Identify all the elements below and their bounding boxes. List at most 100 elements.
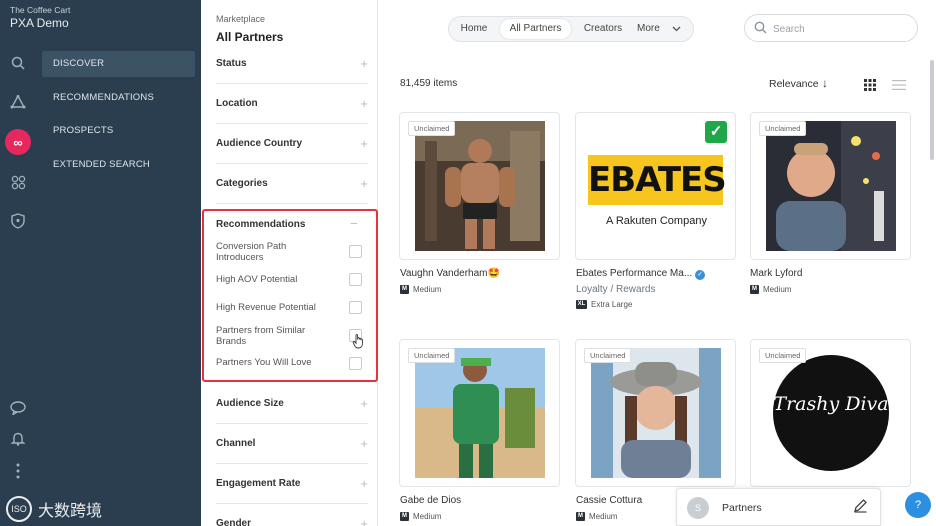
molecule-icon[interactable] <box>8 172 28 192</box>
search-icon <box>754 21 767 34</box>
size-badge: M <box>576 512 585 521</box>
filter-channel[interactable]: Channel + <box>216 424 368 464</box>
rakuten-tagline: A Rakuten Company <box>606 215 707 227</box>
filter-audience-size[interactable]: Audience Size + <box>216 384 368 424</box>
size-badge: M <box>400 285 409 294</box>
unclaimed-badge: Unclaimed <box>759 121 807 136</box>
help-button[interactable]: ? <box>905 492 931 518</box>
filter-location[interactable]: Location + <box>216 84 368 124</box>
rec-option-checkbox[interactable] <box>349 301 362 314</box>
partner-size: M Medium <box>400 512 441 521</box>
rec-option-checkbox[interactable] <box>349 357 362 370</box>
filter-label: Audience Country <box>216 138 303 149</box>
partner-card[interactable]: Unclaimed <box>399 112 560 260</box>
filter-label: Engagement Rate <box>216 478 301 489</box>
filter-status[interactable]: Status + <box>216 44 368 84</box>
network-icon[interactable] <box>8 92 28 112</box>
plus-icon[interactable]: + <box>360 436 368 451</box>
more-dots-icon[interactable] <box>8 461 28 481</box>
unclaimed-badge: Unclaimed <box>408 348 456 363</box>
avatar: S <box>687 497 709 519</box>
nav-item-prospects[interactable]: PROSPECTS <box>42 118 195 144</box>
partner-card[interactable]: EBATES A Rakuten Company ✓ <box>575 112 736 260</box>
size-badge: XL <box>576 300 587 309</box>
search-box[interactable] <box>744 14 918 42</box>
plus-icon[interactable]: + <box>360 56 368 71</box>
chevron-down-icon[interactable] <box>672 26 681 32</box>
tab-creators[interactable]: Creators <box>578 19 628 39</box>
watermark: ISO 大数跨境 <box>6 496 102 522</box>
partner-name[interactable]: Cassie Cottura <box>576 495 642 506</box>
search-icon[interactable] <box>8 53 28 73</box>
scrollbar[interactable] <box>930 60 934 160</box>
list-view-icon[interactable] <box>892 79 906 91</box>
hand-cursor-icon <box>352 334 363 349</box>
result-count: 81,459 items <box>400 78 458 89</box>
partner-card[interactable]: Unclaimed <box>399 339 560 487</box>
bell-icon[interactable] <box>8 428 28 448</box>
filter-label: Channel <box>216 438 256 449</box>
size-label: Medium <box>413 285 442 294</box>
partner-name-text: Ebates Performance Ma... <box>576 268 693 279</box>
filter-audience-country[interactable]: Audience Country + <box>216 124 368 164</box>
nav-item-discover[interactable]: DISCOVER <box>42 51 195 77</box>
infinity-icon[interactable]: ∞ <box>5 129 31 155</box>
shield-icon[interactable] <box>8 211 28 231</box>
partner-name[interactable]: Ebates Performance Ma... ✓ <box>576 268 706 280</box>
partner-logo: Trashy Diva <box>766 348 896 478</box>
chat-icon[interactable] <box>8 398 28 418</box>
org-name: The Coffee Cart <box>10 5 71 15</box>
ebates-wordmark: EBATES <box>588 160 727 200</box>
partner-name[interactable]: Gabe de Dios <box>400 495 461 506</box>
workspace-name: PXA Demo <box>10 16 69 30</box>
page-title: All Partners <box>216 30 284 44</box>
filter-label: Location <box>216 98 258 109</box>
plus-icon[interactable]: + <box>360 96 368 111</box>
partners-list-bar[interactable]: S Partners <box>676 488 881 526</box>
sort-dropdown[interactable]: Relevance <box>769 78 819 90</box>
nav-item-recommendations[interactable]: RECOMMENDATIONS <box>42 85 195 111</box>
claimed-check-icon: ✓ <box>705 121 727 143</box>
partner-name[interactable]: Mark Lyford <box>750 268 802 279</box>
search-input[interactable] <box>773 21 903 37</box>
filter-engagement-rate[interactable]: Engagement Rate + <box>216 464 368 504</box>
sort-down-arrow-icon[interactable]: ↓ <box>822 76 828 90</box>
minus-icon[interactable]: − <box>350 216 358 231</box>
plus-icon[interactable]: + <box>360 136 368 151</box>
rec-option-label: Partners from Similar Brands <box>216 325 306 347</box>
size-badge: M <box>400 512 409 521</box>
partners-label: Partners <box>722 502 762 514</box>
filter-recommendations-title[interactable]: Recommendations <box>216 219 305 230</box>
filter-categories[interactable]: Categories + <box>216 164 368 204</box>
plus-icon[interactable]: + <box>360 476 368 491</box>
plus-icon[interactable]: + <box>360 176 368 191</box>
filter-gender[interactable]: Gender + <box>216 504 368 526</box>
partner-name[interactable]: Vaughn Vanderham🤩 <box>400 268 500 279</box>
side-nav <box>36 0 201 526</box>
rec-option-checkbox[interactable] <box>349 245 362 258</box>
brand[interactable]: The Coffee Cart PXA Demo <box>0 0 201 36</box>
size-label: Extra Large <box>591 300 633 309</box>
partner-card[interactable]: Unclaimed <box>575 339 736 487</box>
partner-card[interactable]: Trashy Diva Unclaimed <box>750 339 911 487</box>
tab-more[interactable]: More <box>637 19 667 39</box>
breadcrumb[interactable]: Marketplace <box>216 14 265 24</box>
watermark-logo: ISO <box>6 496 32 522</box>
rec-option-checkbox[interactable] <box>349 273 362 286</box>
partner-size: XL Extra Large <box>576 300 632 309</box>
filter-label: Status <box>216 58 247 69</box>
plus-icon[interactable]: + <box>360 396 368 411</box>
tab-home[interactable]: Home <box>456 19 492 39</box>
partner-size: M Medium <box>750 285 791 294</box>
grid-view-icon[interactable] <box>864 79 876 91</box>
partner-card[interactable]: Unclaimed <box>750 112 911 260</box>
unclaimed-badge: Unclaimed <box>408 121 456 136</box>
plus-icon[interactable]: + <box>360 516 368 526</box>
nav-item-extended-search[interactable]: EXTENDED SEARCH <box>42 152 195 178</box>
pencil-icon[interactable] <box>853 498 868 513</box>
tab-all-partners[interactable]: All Partners <box>500 19 571 39</box>
partner-photo <box>591 348 721 478</box>
rec-option-label: Partners You Will Love <box>216 357 312 368</box>
rec-option-label: Conversion Path Introducers <box>216 241 287 263</box>
partner-photo <box>415 121 545 251</box>
